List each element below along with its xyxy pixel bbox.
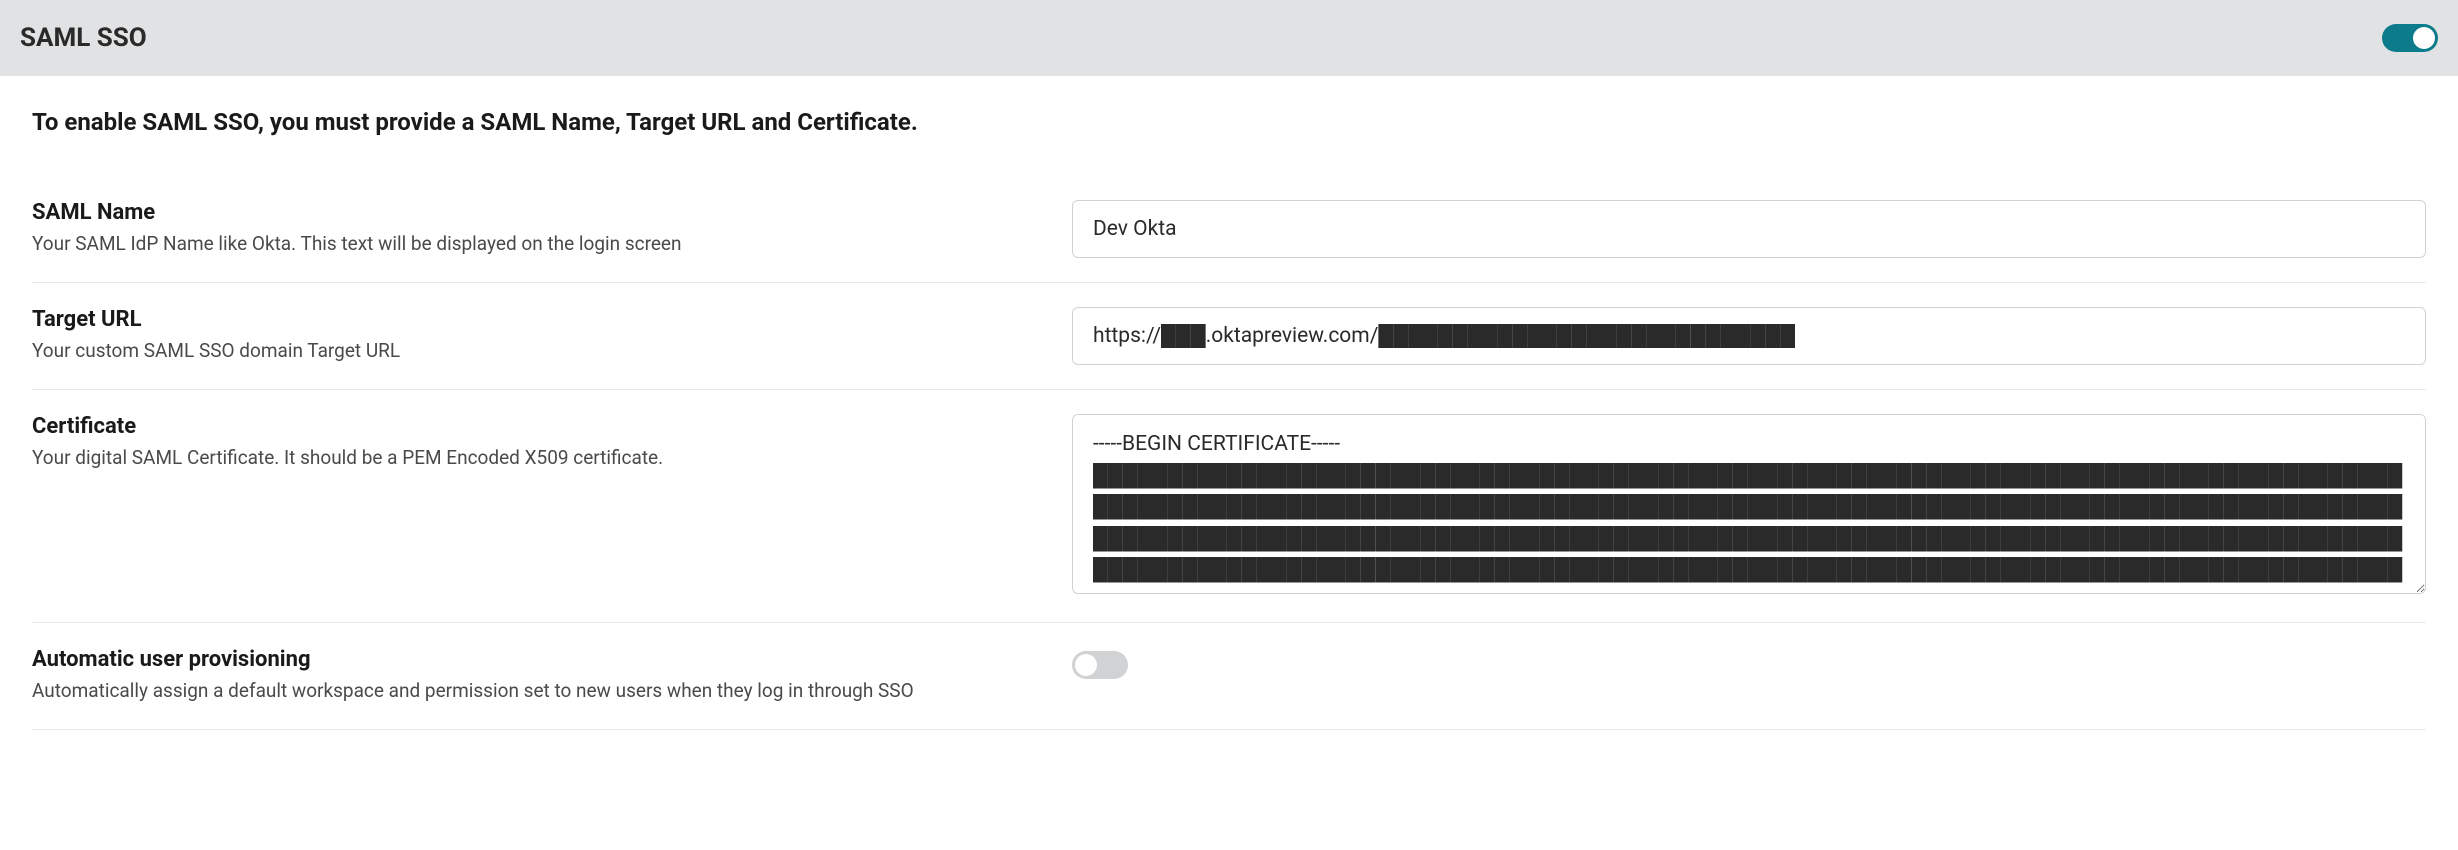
- target-url-row: Target URL Your custom SAML SSO domain T…: [32, 283, 2426, 390]
- saml-name-row: SAML Name Your SAML IdP Name like Okta. …: [32, 176, 2426, 283]
- auto-provisioning-toggle-col: [1072, 647, 2426, 679]
- auto-provisioning-description: Automatically assign a default workspace…: [32, 678, 1032, 705]
- target-url-label-col: Target URL Your custom SAML SSO domain T…: [32, 307, 1072, 365]
- header-bar: SAML SSO: [0, 0, 2458, 76]
- saml-name-input-col: [1072, 200, 2426, 258]
- toggle-knob: [1075, 654, 1097, 676]
- auto-provisioning-label-col: Automatic user provisioning Automaticall…: [32, 647, 1072, 705]
- target-url-input-col: [1072, 307, 2426, 365]
- target-url-description: Your custom SAML SSO domain Target URL: [32, 338, 1032, 365]
- toggle-knob: [2413, 27, 2435, 49]
- page-title: SAML SSO: [20, 23, 147, 53]
- saml-name-description: Your SAML IdP Name like Okta. This text …: [32, 231, 1032, 258]
- instruction-text: To enable SAML SSO, you must provide a S…: [32, 108, 2426, 136]
- auto-provisioning-toggle[interactable]: [1072, 651, 1128, 679]
- target-url-input[interactable]: [1072, 307, 2426, 365]
- auto-provisioning-row: Automatic user provisioning Automaticall…: [32, 623, 2426, 730]
- target-url-label: Target URL: [32, 307, 1032, 332]
- certificate-input-col: [1072, 414, 2426, 598]
- certificate-row: Certificate Your digital SAML Certificat…: [32, 390, 2426, 623]
- saml-name-label: SAML Name: [32, 200, 1032, 225]
- certificate-label: Certificate: [32, 414, 1032, 439]
- content-area: To enable SAML SSO, you must provide a S…: [0, 76, 2458, 770]
- saml-name-label-col: SAML Name Your SAML IdP Name like Okta. …: [32, 200, 1072, 258]
- certificate-label-col: Certificate Your digital SAML Certificat…: [32, 414, 1072, 472]
- certificate-description: Your digital SAML Certificate. It should…: [32, 445, 1032, 472]
- certificate-textarea[interactable]: [1072, 414, 2426, 594]
- auto-provisioning-label: Automatic user provisioning: [32, 647, 1032, 672]
- saml-name-input[interactable]: [1072, 200, 2426, 258]
- saml-sso-toggle[interactable]: [2382, 24, 2438, 52]
